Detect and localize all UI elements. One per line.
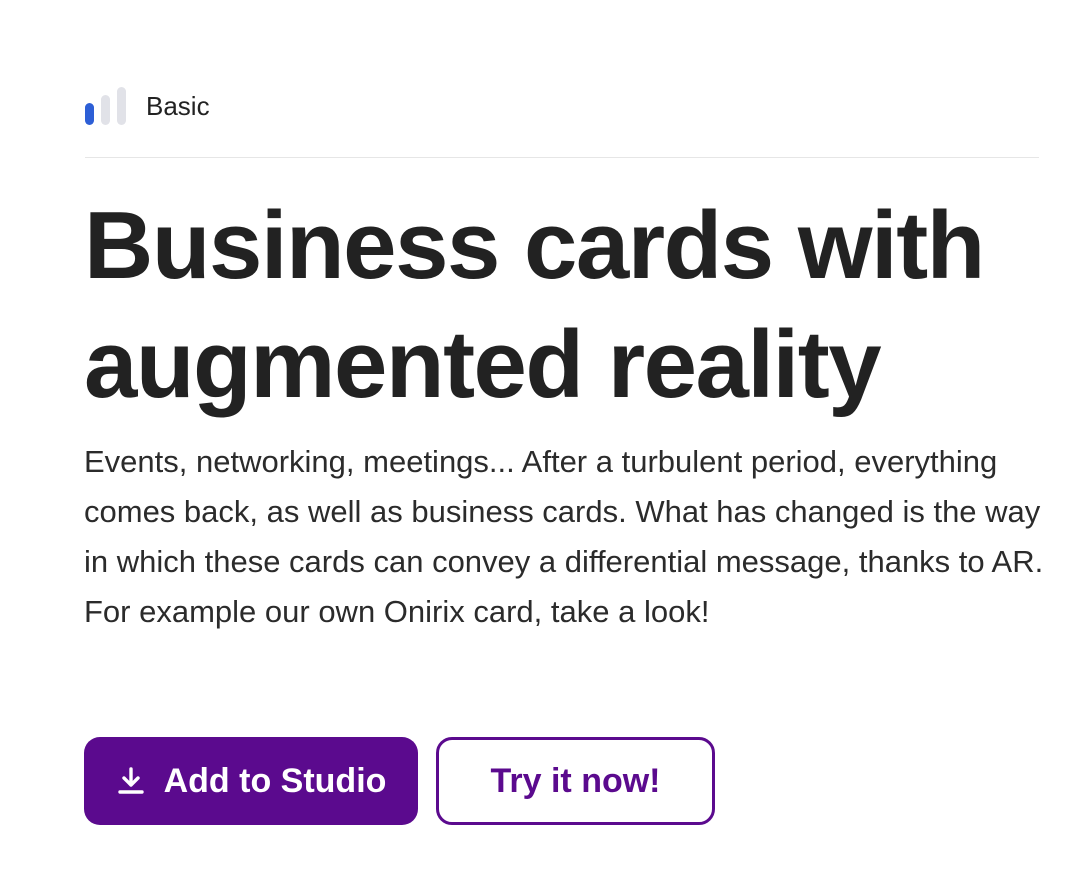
divider — [85, 157, 1039, 158]
action-buttons: Add to Studio Try it now! — [84, 737, 715, 825]
page-title: Business cards with augmented reality — [84, 192, 985, 418]
add-to-studio-label: Add to Studio — [163, 761, 387, 800]
difficulty-bar-2 — [101, 95, 110, 125]
try-it-now-button[interactable]: Try it now! — [436, 737, 715, 825]
add-to-studio-button[interactable]: Add to Studio — [84, 737, 418, 825]
difficulty-bars-icon — [85, 87, 126, 125]
page-description: Events, networking, meetings... After a … — [84, 444, 1044, 629]
difficulty-label: Basic — [146, 91, 210, 121]
difficulty-bar-3 — [117, 87, 126, 125]
try-it-now-label: Try it now! — [490, 761, 661, 800]
difficulty-level: Basic — [85, 84, 210, 128]
template-detail-page: Basic Business cards with augmented real… — [0, 0, 1086, 873]
download-icon — [117, 767, 144, 794]
difficulty-bar-1 — [85, 103, 94, 125]
